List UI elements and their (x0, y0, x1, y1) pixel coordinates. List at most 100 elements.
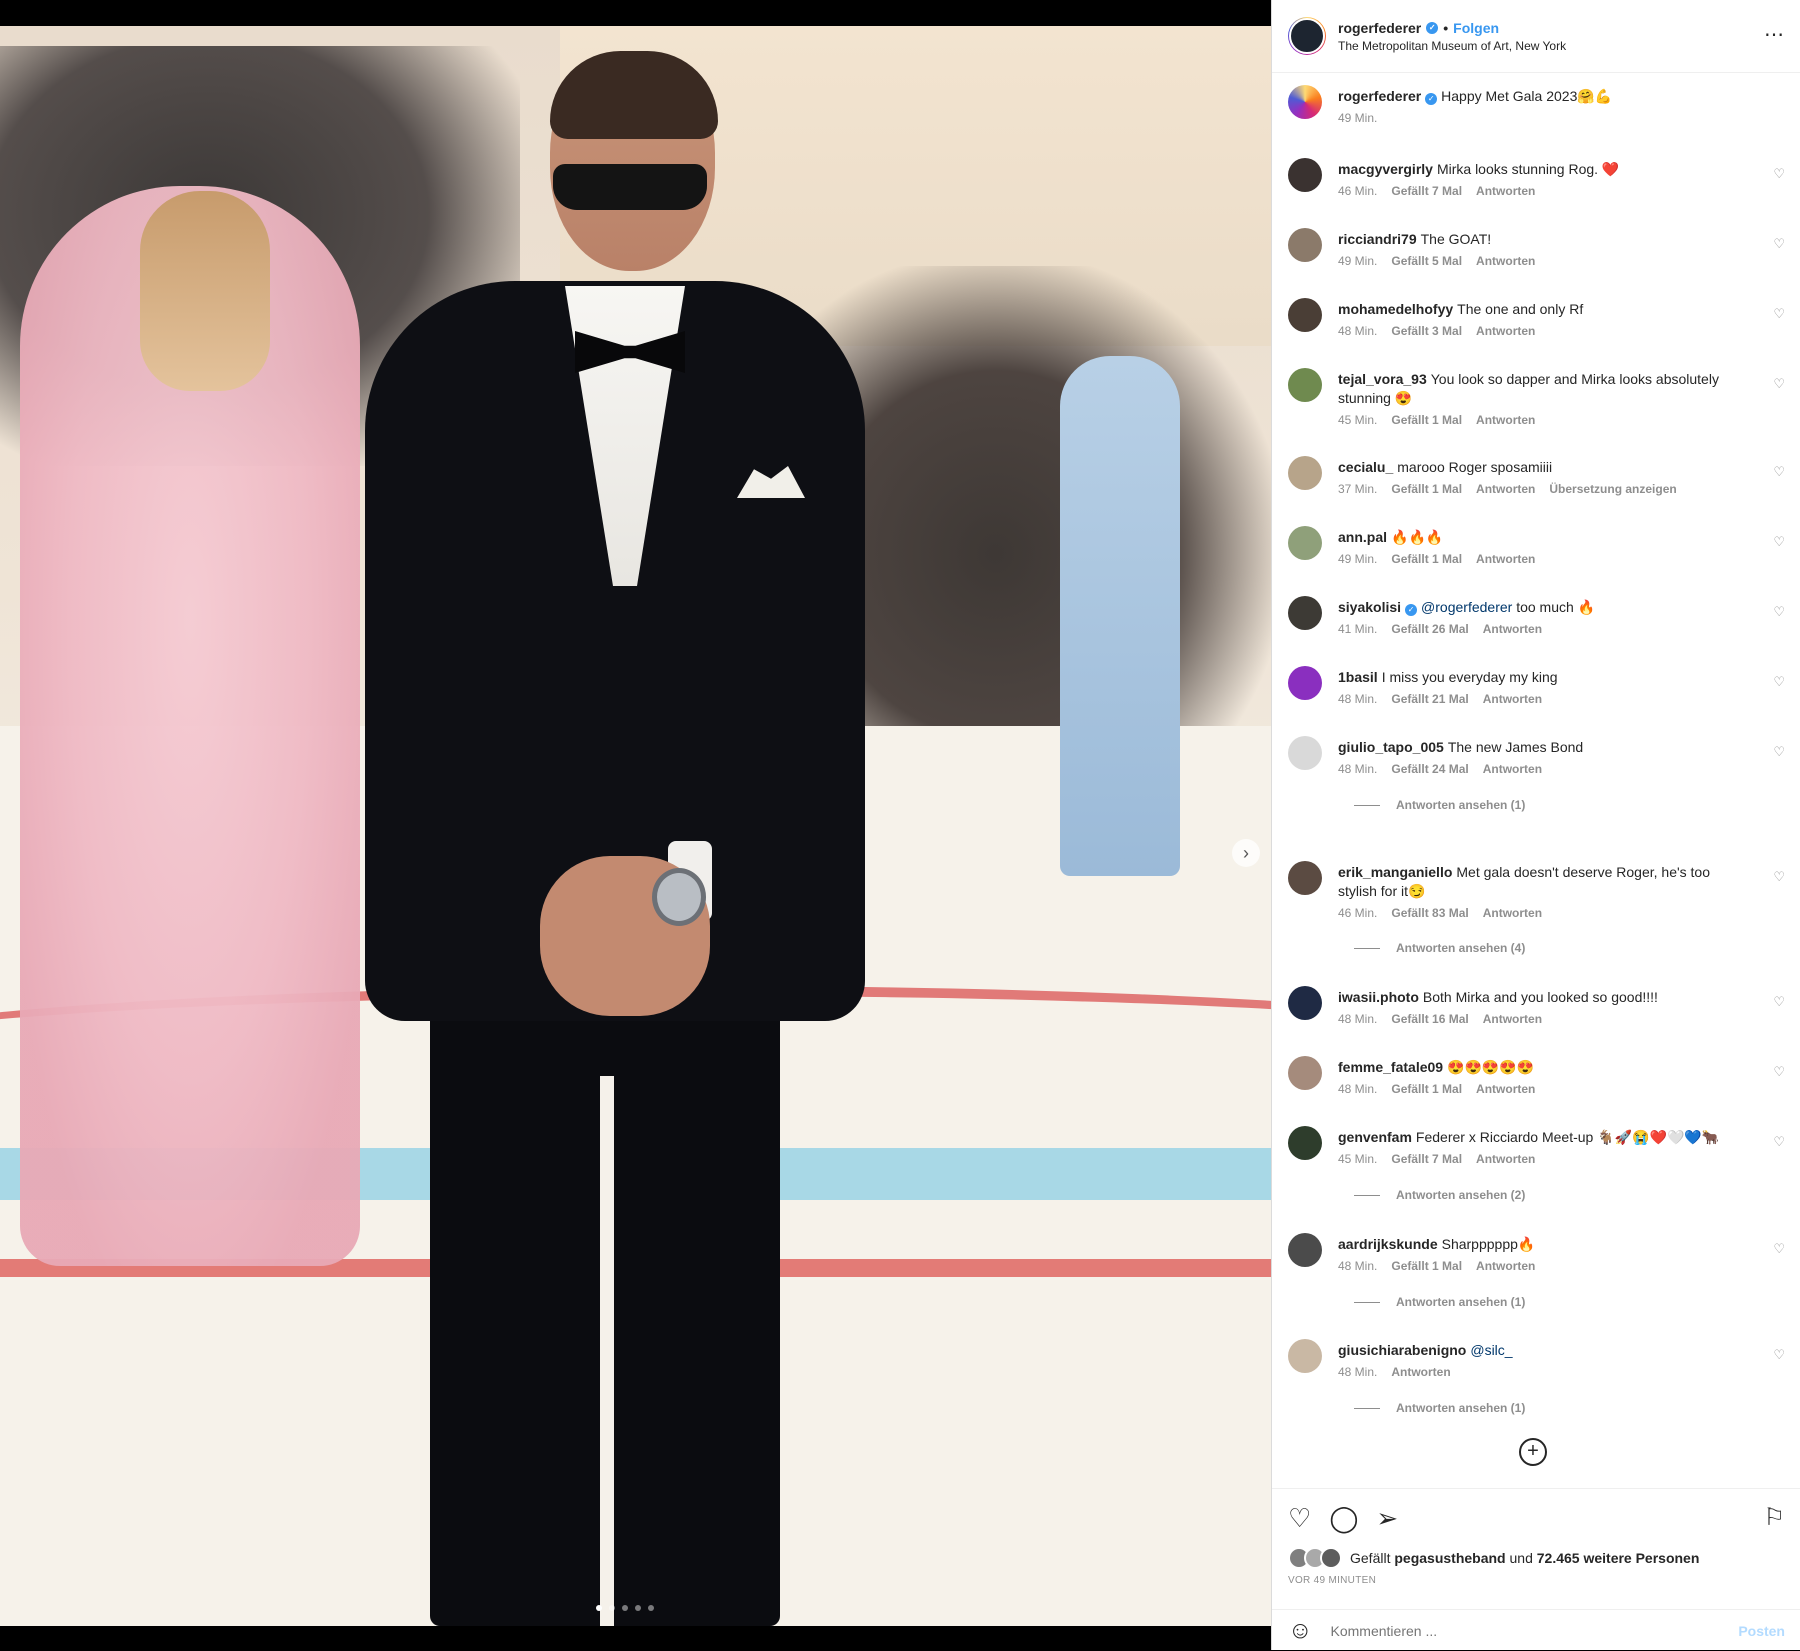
comment-likes[interactable]: Gefällt 83 Mal (1391, 906, 1468, 920)
reply-button[interactable]: Antworten (1476, 254, 1535, 268)
comment-like-heart-icon[interactable]: ♡ (1773, 604, 1785, 620)
comment-likes[interactable]: Gefällt 1 Mal (1391, 552, 1462, 566)
emoji-icon[interactable]: ☺ (1288, 1617, 1313, 1645)
comment-like-heart-icon[interactable]: ♡ (1773, 994, 1785, 1010)
more-options-icon[interactable]: ⋯ (1764, 22, 1785, 47)
heart-icon[interactable]: ♡ (1288, 1503, 1311, 1534)
avatar[interactable] (1288, 1233, 1322, 1267)
comment-like-heart-icon[interactable]: ♡ (1773, 1241, 1785, 1257)
comment-likes[interactable]: Gefällt 1 Mal (1391, 413, 1462, 427)
comment-like-heart-icon[interactable]: ♡ (1773, 1347, 1785, 1363)
plus-circle-icon[interactable]: + (1519, 1438, 1547, 1466)
comment-like-heart-icon[interactable]: ♡ (1773, 1064, 1785, 1080)
comment-username[interactable]: ricciandri79 (1338, 231, 1417, 247)
comment-username[interactable]: giusichiarabenigno (1338, 1342, 1466, 1358)
share-icon[interactable]: ➢ (1376, 1503, 1398, 1534)
comment-likes[interactable]: Gefällt 1 Mal (1391, 482, 1462, 496)
comment-like-heart-icon[interactable]: ♡ (1773, 744, 1785, 760)
reply-button[interactable]: Antworten (1483, 906, 1542, 920)
avatar[interactable] (1288, 861, 1322, 895)
avatar[interactable] (1288, 368, 1322, 402)
comment-username[interactable]: erik_manganiello (1338, 864, 1452, 880)
avatar[interactable] (1288, 986, 1322, 1020)
comment-likes[interactable]: Gefällt 21 Mal (1391, 692, 1468, 706)
avatar[interactable] (1288, 17, 1326, 55)
likes-count[interactable]: 72.465 weitere Personen (1537, 1550, 1700, 1566)
post-location[interactable]: The Metropolitan Museum of Art, New York (1338, 39, 1566, 53)
comment-username[interactable]: siyakolisi (1338, 599, 1401, 615)
comment-likes[interactable]: Gefällt 1 Mal (1391, 1259, 1462, 1273)
post-username[interactable]: rogerfederer (1338, 20, 1421, 36)
comment-like-heart-icon[interactable]: ♡ (1773, 534, 1785, 550)
caption-username[interactable]: rogerfederer (1338, 88, 1421, 104)
comment-like-heart-icon[interactable]: ♡ (1773, 306, 1785, 322)
comment-like-heart-icon[interactable]: ♡ (1773, 674, 1785, 690)
comment-username[interactable]: aardrijkskunde (1338, 1236, 1438, 1252)
reply-button[interactable]: Antworten (1476, 1082, 1535, 1096)
comment-mention[interactable]: @rogerfederer (1421, 599, 1516, 615)
reply-button[interactable]: Antworten (1476, 1152, 1535, 1166)
avatar[interactable] (1288, 736, 1322, 770)
comment-username[interactable]: mohamedelhofyy (1338, 301, 1453, 317)
avatar[interactable] (1288, 526, 1322, 560)
reply-button[interactable]: Antworten (1476, 184, 1535, 198)
avatar[interactable] (1288, 1056, 1322, 1090)
comment-likes[interactable]: Gefällt 26 Mal (1391, 622, 1468, 636)
chevron-right-icon[interactable]: › (1232, 839, 1260, 867)
view-replies-button[interactable]: Antworten ansehen (1) (1354, 1295, 1525, 1309)
reply-button[interactable]: Antworten (1476, 552, 1535, 566)
comment-like-heart-icon[interactable]: ♡ (1773, 376, 1785, 392)
comment-like-heart-icon[interactable]: ♡ (1773, 166, 1785, 182)
comment-likes[interactable]: Gefällt 7 Mal (1391, 184, 1462, 198)
avatar[interactable] (1288, 596, 1322, 630)
comment-mention[interactable]: @silc_ (1470, 1342, 1512, 1358)
comment-like-heart-icon[interactable]: ♡ (1773, 1134, 1785, 1150)
post-photo[interactable]: › (0, 26, 1271, 1626)
avatar[interactable] (1288, 1339, 1322, 1373)
comment-username[interactable]: 1basil (1338, 669, 1378, 685)
reply-button[interactable]: Antworten (1483, 692, 1542, 706)
reply-button[interactable]: Antworten (1483, 1012, 1542, 1026)
comment-likes[interactable]: Gefällt 24 Mal (1391, 762, 1468, 776)
comment-username[interactable]: macgyvergirly (1338, 161, 1433, 177)
follow-button[interactable]: Folgen (1453, 20, 1499, 36)
comment-input[interactable] (1328, 1621, 1739, 1640)
comment-username[interactable]: cecialu_ (1338, 459, 1393, 475)
comment-likes[interactable]: Gefällt 1 Mal (1391, 1082, 1462, 1096)
comment-like-heart-icon[interactable]: ♡ (1773, 236, 1785, 252)
avatar[interactable] (1288, 85, 1322, 119)
reply-button[interactable]: Antworten (1476, 1259, 1535, 1273)
post-comment-button[interactable]: Posten (1738, 1623, 1785, 1639)
reply-button[interactable]: Antworten (1476, 324, 1535, 338)
comment-username[interactable]: giulio_tapo_005 (1338, 739, 1444, 755)
avatar[interactable] (1288, 1126, 1322, 1160)
comment-like-heart-icon[interactable]: ♡ (1773, 464, 1785, 480)
comment-likes[interactable]: Gefällt 7 Mal (1391, 1152, 1462, 1166)
avatar[interactable] (1288, 158, 1322, 192)
avatar[interactable] (1288, 298, 1322, 332)
comment-username[interactable]: genvenfam (1338, 1129, 1412, 1145)
view-replies-button[interactable]: Antworten ansehen (1) (1354, 798, 1525, 812)
comment-username[interactable]: iwasii.photo (1338, 989, 1419, 1005)
reply-button[interactable]: Antworten (1483, 622, 1542, 636)
comment-username[interactable]: ann.pal (1338, 529, 1387, 545)
comment-icon[interactable]: ◯ (1329, 1503, 1358, 1534)
reply-button[interactable]: Antworten (1391, 1365, 1450, 1379)
reply-button[interactable]: Antworten (1483, 762, 1542, 776)
comment-likes[interactable]: Gefällt 5 Mal (1391, 254, 1462, 268)
avatar[interactable] (1288, 456, 1322, 490)
avatar[interactable] (1288, 228, 1322, 262)
reply-button[interactable]: Antworten (1476, 413, 1535, 427)
comment-username[interactable]: tejal_vora_93 (1338, 371, 1427, 387)
bookmark-icon[interactable]: ⚐ (1763, 1503, 1785, 1532)
comment-likes[interactable]: Gefällt 3 Mal (1391, 324, 1462, 338)
translate-button[interactable]: Übersetzung anzeigen (1549, 482, 1676, 496)
avatar[interactable] (1288, 666, 1322, 700)
reply-button[interactable]: Antworten (1476, 482, 1535, 496)
likes-user[interactable]: pegasustheband (1394, 1550, 1505, 1566)
comment-likes[interactable]: Gefällt 16 Mal (1391, 1012, 1468, 1026)
comment-like-heart-icon[interactable]: ♡ (1773, 869, 1785, 885)
view-replies-button[interactable]: Antworten ansehen (2) (1354, 1188, 1525, 1202)
view-replies-button[interactable]: Antworten ansehen (4) (1354, 941, 1525, 955)
view-replies-button[interactable]: Antworten ansehen (1) (1354, 1401, 1525, 1415)
